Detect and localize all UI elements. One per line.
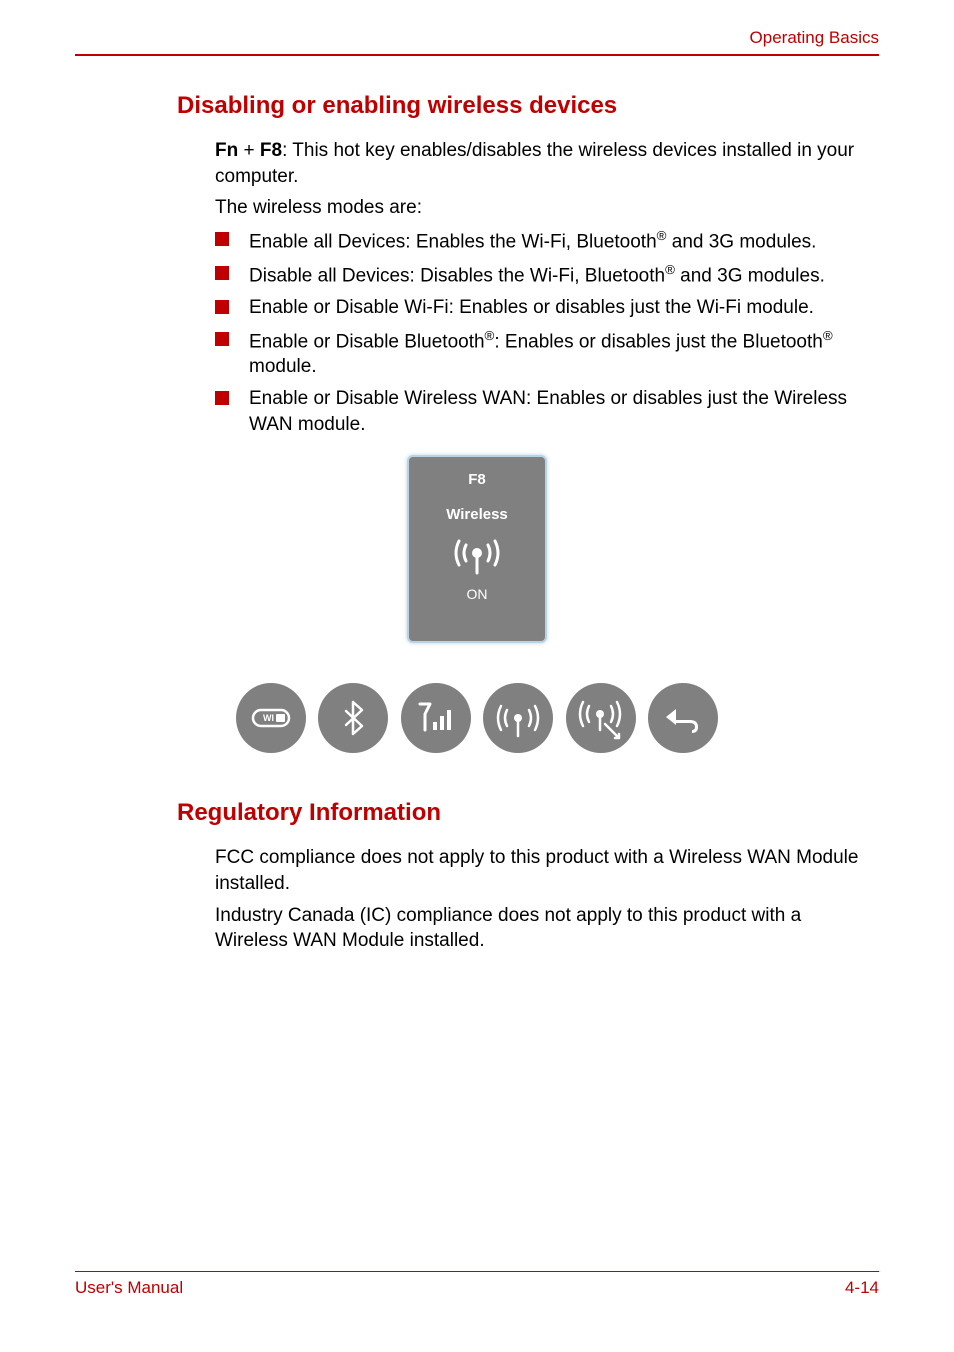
- antenna-select-button[interactable]: [566, 683, 636, 753]
- bullet-text: and 3G modules.: [675, 265, 825, 286]
- registered-mark: ®: [657, 228, 667, 243]
- footer-manual-label: User's Manual: [75, 1278, 183, 1298]
- key-fn: Fn: [215, 140, 238, 161]
- heading-disabling-wireless: Disabling or enabling wireless devices: [177, 92, 879, 120]
- page-footer: User's Manual 4-14: [75, 1271, 879, 1298]
- header-rule: [75, 54, 879, 56]
- intro-paragraph: Fn + F8: This hot key enables/disables t…: [215, 138, 879, 189]
- bluetooth-button[interactable]: [318, 683, 388, 753]
- wireless-modes-list: Enable all Devices: Enables the Wi-Fi, B…: [215, 227, 879, 437]
- plus-text: +: [238, 140, 260, 161]
- antenna-icon: [449, 531, 505, 575]
- back-icon: [662, 701, 704, 735]
- back-button[interactable]: [648, 683, 718, 753]
- list-item: Enable or Disable Bluetooth®: Enables or…: [215, 327, 879, 381]
- registered-mark: ®: [485, 328, 495, 343]
- intro-rest: : This hot key enables/disables the wire…: [215, 140, 854, 187]
- list-item: Disable all Devices: Disables the Wi-Fi,…: [215, 261, 879, 289]
- card-key-label: F8: [409, 471, 545, 488]
- wireless-status-card: F8 Wireless ON: [407, 455, 547, 643]
- modes-intro: The wireless modes are:: [215, 195, 879, 221]
- bullet-text: module.: [249, 356, 317, 377]
- antenna-all-button[interactable]: [483, 683, 553, 753]
- footer-rule: [75, 1271, 879, 1272]
- bullet-text: Enable or Disable Bluetooth: [249, 331, 485, 352]
- heading-regulatory: Regulatory Information: [177, 799, 879, 827]
- bullet-text: Disable all Devices: Disables the Wi-Fi,…: [249, 265, 665, 286]
- regulatory-p2: Industry Canada (IC) compliance does not…: [215, 903, 879, 954]
- signal-icon: [416, 700, 456, 736]
- header-section-label: Operating Basics: [75, 28, 879, 48]
- wireless-card-wrap: F8 Wireless ON: [75, 455, 879, 643]
- list-item: Enable or Disable Wi-Fi: Enables or disa…: [215, 295, 879, 321]
- footer-page-number: 4-14: [845, 1278, 879, 1298]
- bullet-text: : Enables or disables just the Bluetooth: [494, 331, 822, 352]
- antenna-icon: [493, 698, 543, 738]
- key-f8: F8: [260, 140, 282, 161]
- svg-text:WI: WI: [263, 713, 274, 723]
- list-item: Enable all Devices: Enables the Wi-Fi, B…: [215, 227, 879, 255]
- bluetooth-icon: [340, 698, 366, 738]
- antenna-arrow-icon: [575, 696, 627, 740]
- regulatory-p1: FCC compliance does not apply to this pr…: [215, 845, 879, 896]
- wifi-icon: WI: [249, 704, 293, 732]
- card-state-label: ON: [409, 586, 545, 602]
- bullet-text: Enable all Devices: Enables the Wi-Fi, B…: [249, 231, 657, 252]
- card-wireless-label: Wireless: [409, 506, 545, 523]
- registered-mark: ®: [823, 328, 833, 343]
- bullet-text: and 3G modules.: [666, 231, 816, 252]
- registered-mark: ®: [665, 262, 675, 277]
- wireless-icon-row: WI: [75, 683, 879, 753]
- signal-button[interactable]: [401, 683, 471, 753]
- list-item: Enable or Disable Wireless WAN: Enables …: [215, 386, 879, 437]
- wifi-button[interactable]: WI: [236, 683, 306, 753]
